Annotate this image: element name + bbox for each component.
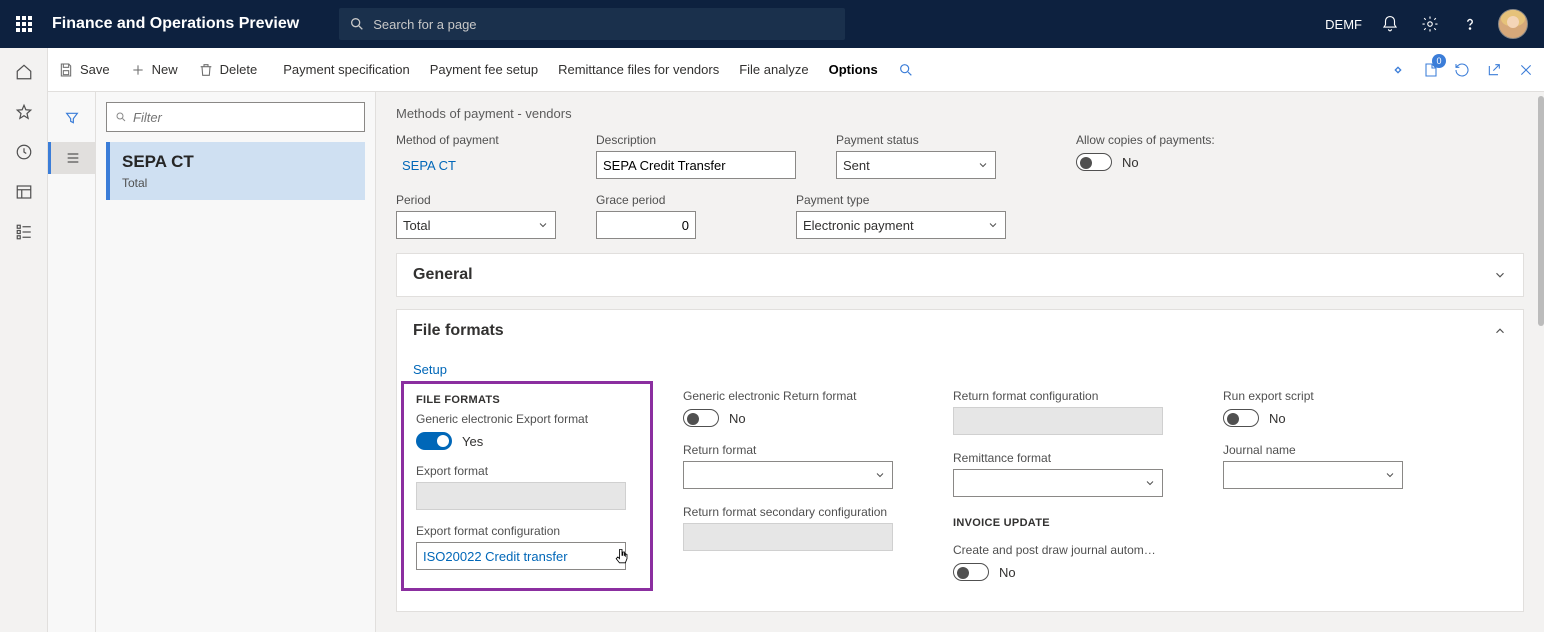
allow-copies-toggle[interactable] <box>1076 153 1112 171</box>
export-config-select[interactable]: ISO20022 Credit transfer <box>416 542 626 570</box>
allow-copies-label: Allow copies of payments: <box>1076 133 1215 147</box>
section-general: General <box>396 253 1524 297</box>
chevron-down-icon <box>1493 268 1507 282</box>
run-script-toggle[interactable] <box>1223 409 1259 427</box>
ptype-label: Payment type <box>796 193 1006 207</box>
payment-fee-setup-button[interactable]: Payment fee setup <box>420 48 548 92</box>
create-post-value: No <box>999 565 1016 580</box>
return-secondary-input <box>683 523 893 551</box>
attachments-icon[interactable]: 0 <box>1420 60 1440 80</box>
gear-icon[interactable] <box>1418 12 1442 36</box>
setup-link[interactable]: Setup <box>413 362 447 377</box>
header-right: DEMF <box>1325 9 1536 39</box>
file-formats-subheader: FILE FORMATS <box>416 394 638 406</box>
run-script-value: No <box>1269 411 1286 426</box>
period-label: Period <box>396 193 556 207</box>
gen-export-label: Generic electronic Export format <box>416 412 638 426</box>
action-search-icon[interactable] <box>888 48 930 92</box>
filter-icon[interactable] <box>56 102 88 134</box>
remittance-format-label: Remittance format <box>953 451 1193 465</box>
recent-icon[interactable] <box>0 132 48 172</box>
company-label[interactable]: DEMF <box>1325 17 1362 32</box>
create-post-label: Create and post draw journal autom… <box>953 543 1193 557</box>
list-filter-text[interactable] <box>133 110 356 125</box>
attachments-badge: 0 <box>1432 54 1446 68</box>
status-select[interactable]: Sent <box>836 151 996 179</box>
section-file-formats: File formats Setup FILE FORMATS Generic … <box>396 309 1524 612</box>
run-script-label: Run export script <box>1223 389 1423 403</box>
export-config-label: Export format configuration <box>416 524 638 538</box>
star-icon[interactable] <box>0 92 48 132</box>
export-format-input <box>416 482 626 510</box>
return-secondary-label: Return format secondary configuration <box>683 505 923 519</box>
refresh-icon[interactable] <box>1452 60 1472 80</box>
list-item-sub: Total <box>122 176 353 190</box>
payment-specification-button[interactable]: Payment specification <box>273 48 419 92</box>
list-filter-input[interactable] <box>106 102 365 132</box>
status-label: Payment status <box>836 133 996 147</box>
list-item-title: SEPA CT <box>122 152 353 172</box>
app-title: Finance and Operations Preview <box>52 15 299 33</box>
remittance-format-select[interactable] <box>953 469 1163 497</box>
action-bar: Save New Delete Payment specification Pa… <box>0 48 1544 92</box>
gen-return-label: Generic electronic Return format <box>683 389 923 403</box>
record-list: SEPA CT Total <box>96 92 376 632</box>
save-button[interactable]: Save <box>48 48 120 92</box>
modules-icon[interactable] <box>0 212 48 252</box>
return-format-select[interactable] <box>683 461 893 489</box>
section-file-formats-header[interactable]: File formats <box>397 310 1523 352</box>
allow-copies-value: No <box>1122 155 1139 170</box>
action-bar-right: 0 <box>1388 60 1536 80</box>
home-icon[interactable] <box>0 52 48 92</box>
journal-label: Journal name <box>1223 443 1423 457</box>
search-placeholder: Search for a page <box>373 17 476 32</box>
journal-select[interactable] <box>1223 461 1403 489</box>
period-select[interactable]: Total <box>396 211 556 239</box>
file-formats-highlight: FILE FORMATS Generic electronic Export f… <box>401 381 653 591</box>
method-value[interactable]: SEPA CT <box>396 151 556 179</box>
list-item-sepa-ct[interactable]: SEPA CT Total <box>106 142 365 200</box>
left-nav-rail <box>0 48 48 632</box>
method-label: Method of payment <box>396 133 556 147</box>
help-icon[interactable] <box>1458 12 1482 36</box>
scrollbar-thumb[interactable] <box>1538 96 1544 326</box>
user-avatar[interactable] <box>1498 9 1528 39</box>
breadcrumb: Methods of payment - vendors <box>396 106 1524 121</box>
return-format-label: Return format <box>683 443 923 457</box>
list-view-icon[interactable] <box>48 142 96 174</box>
gen-return-value: No <box>729 411 746 426</box>
description-input[interactable] <box>596 151 796 179</box>
grace-label: Grace period <box>596 193 696 207</box>
form-area: Methods of payment - vendors Method of p… <box>376 92 1544 632</box>
invoice-update-subheader: INVOICE UPDATE <box>953 517 1193 529</box>
popout-icon[interactable] <box>1484 60 1504 80</box>
app-launcher-icon[interactable] <box>8 8 40 40</box>
workspaces-icon[interactable] <box>0 172 48 212</box>
description-label: Description <box>596 133 796 147</box>
link-icon[interactable] <box>1388 60 1408 80</box>
main-area: SEPA CT Total Methods of payment - vendo… <box>48 92 1544 632</box>
gen-export-value: Yes <box>462 434 483 449</box>
bell-icon[interactable] <box>1378 12 1402 36</box>
app-header: Finance and Operations Preview Search fo… <box>0 0 1544 48</box>
return-config-label: Return format configuration <box>953 389 1193 403</box>
global-search[interactable]: Search for a page <box>339 8 845 40</box>
delete-button[interactable]: Delete <box>188 48 268 92</box>
gen-return-toggle[interactable] <box>683 409 719 427</box>
close-icon[interactable] <box>1516 60 1536 80</box>
new-button[interactable]: New <box>120 48 188 92</box>
export-format-label: Export format <box>416 464 638 478</box>
ptype-select[interactable]: Electronic payment <box>796 211 1006 239</box>
create-post-toggle[interactable] <box>953 563 989 581</box>
remittance-files-button[interactable]: Remittance files for vendors <box>548 48 729 92</box>
filter-rail <box>48 92 96 632</box>
section-general-header[interactable]: General <box>397 254 1523 296</box>
chevron-up-icon <box>1493 324 1507 338</box>
options-button[interactable]: Options <box>819 48 888 92</box>
return-config-input <box>953 407 1163 435</box>
file-analyze-button[interactable]: File analyze <box>729 48 818 92</box>
gen-export-toggle[interactable] <box>416 432 452 450</box>
grace-input[interactable] <box>596 211 696 239</box>
